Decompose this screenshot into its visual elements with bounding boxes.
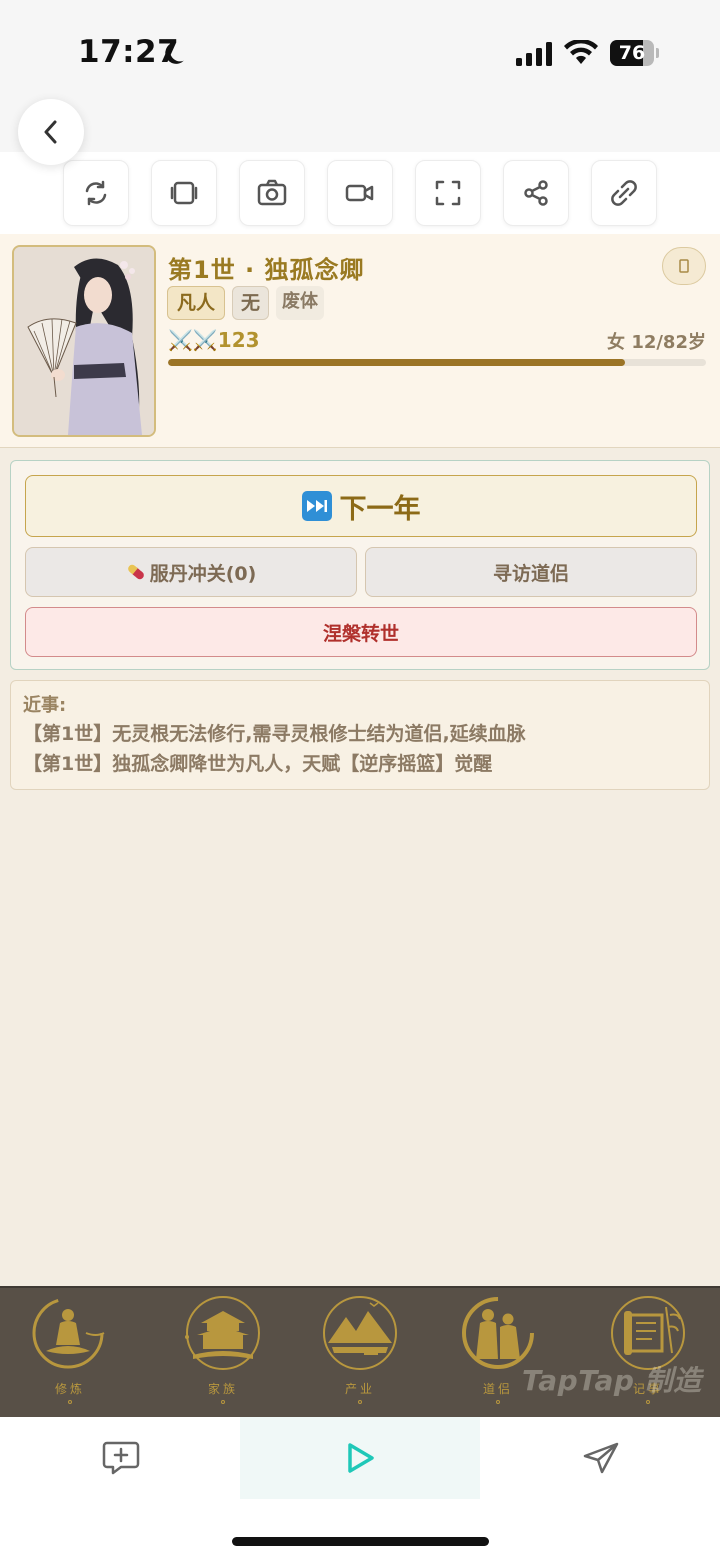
refresh-icon bbox=[85, 180, 107, 206]
rebirth-button[interactable]: 涅槃转世 bbox=[25, 607, 697, 657]
seek-partner-label: 寻访道侣 bbox=[492, 562, 569, 585]
wifi-icon bbox=[564, 40, 598, 64]
cellular-signal-icon bbox=[516, 42, 552, 66]
meditation-icon bbox=[32, 1297, 105, 1369]
nav-industry[interactable]: 产业 bbox=[305, 1288, 415, 1419]
combat-power: ⚔️⚔️123 bbox=[168, 328, 260, 352]
fullscreen-icon bbox=[435, 180, 461, 206]
taptap-watermark: TapTap 制造 bbox=[522, 1364, 702, 1397]
info-button[interactable] bbox=[662, 247, 706, 285]
physique-tag: 废体 bbox=[276, 286, 324, 320]
chevron-left-icon bbox=[44, 120, 57, 144]
home-indicator[interactable] bbox=[232, 1537, 489, 1546]
event-line: 【第1世】独孤念卿降世为凡人，天赋【逆序摇篮】觉醒 bbox=[23, 753, 493, 775]
share-button[interactable] bbox=[503, 160, 569, 226]
nav-label: 修炼 bbox=[54, 1382, 85, 1396]
nav-label: 家族 bbox=[207, 1382, 238, 1396]
spirit-root-tag: 无 bbox=[232, 286, 269, 320]
play-icon bbox=[348, 1443, 374, 1473]
back-button[interactable] bbox=[18, 99, 84, 165]
next-year-label: 下一年 bbox=[339, 493, 421, 525]
age-label: 女 12/82岁 bbox=[607, 332, 706, 353]
fast-forward-icon bbox=[301, 491, 332, 521]
nav-partner[interactable]: 道侣 bbox=[443, 1288, 553, 1419]
link-button[interactable] bbox=[591, 160, 657, 226]
toolbar bbox=[0, 152, 720, 234]
take-pill-label: 服丹冲关(0) bbox=[149, 562, 257, 585]
next-year-button[interactable]: 下一年 bbox=[25, 475, 697, 537]
mountain-icon bbox=[323, 1296, 397, 1370]
character-card: 第1世 · 独孤念卿 凡人 无 废体 ⚔️⚔️123 女 12/82岁 bbox=[0, 234, 720, 448]
lifespan-progress bbox=[168, 359, 706, 366]
nav-family[interactable]: 家族 bbox=[168, 1288, 278, 1419]
nav-records[interactable]: 记事 bbox=[593, 1288, 703, 1419]
take-pill-button[interactable]: 服丹冲关(0) bbox=[25, 547, 357, 597]
nav-label: 道侣 bbox=[482, 1382, 513, 1396]
character-title: 第1世 · 独孤念卿 bbox=[168, 256, 365, 284]
layers-icon bbox=[170, 181, 198, 205]
nav-label: 产业 bbox=[344, 1382, 375, 1396]
fullscreen-button[interactable] bbox=[415, 160, 481, 226]
window-button[interactable] bbox=[151, 160, 217, 226]
comment-button[interactable] bbox=[80, 1417, 162, 1499]
refresh-button[interactable] bbox=[63, 160, 129, 226]
lifespan-progress-fill bbox=[168, 359, 626, 366]
battery-indicator: 76 bbox=[610, 40, 659, 66]
send-button[interactable] bbox=[560, 1417, 642, 1499]
status-bar: 17:27 76 bbox=[0, 0, 720, 152]
pavilion-icon bbox=[185, 1296, 260, 1370]
battery-percent: 76 bbox=[618, 42, 646, 64]
share-icon bbox=[524, 180, 548, 206]
video-camera-icon bbox=[345, 184, 374, 202]
link-icon bbox=[611, 180, 637, 206]
moon-icon bbox=[165, 42, 184, 64]
send-icon bbox=[583, 1442, 619, 1474]
record-button[interactable] bbox=[327, 160, 393, 226]
actions-panel: 下一年 服丹冲关(0) 寻访道侣 涅槃转世 bbox=[10, 460, 710, 670]
recent-events-title: 近事: bbox=[23, 695, 67, 716]
realm-tag: 凡人 bbox=[167, 286, 225, 320]
info-icon bbox=[679, 259, 689, 273]
chat-plus-icon bbox=[102, 1441, 140, 1475]
pill-icon bbox=[127, 564, 144, 580]
event-line: 【第1世】无灵根无法修行,需寻灵根修士结为道侣,延续血脉 bbox=[23, 723, 526, 745]
camera-icon bbox=[257, 179, 287, 206]
play-button[interactable] bbox=[240, 1417, 480, 1499]
seek-partner-button[interactable]: 寻访道侣 bbox=[365, 547, 697, 597]
portrait-illustration bbox=[14, 247, 154, 435]
character-portrait[interactable] bbox=[12, 245, 156, 437]
screenshot-button[interactable] bbox=[239, 160, 305, 226]
recent-events: 近事: 【第1世】无灵根无法修行,需寻灵根修士结为道侣,延续血脉 【第1世】独孤… bbox=[10, 680, 710, 790]
nav-cultivate[interactable]: 修炼 bbox=[15, 1288, 125, 1419]
rebirth-label: 涅槃转世 bbox=[322, 622, 399, 645]
